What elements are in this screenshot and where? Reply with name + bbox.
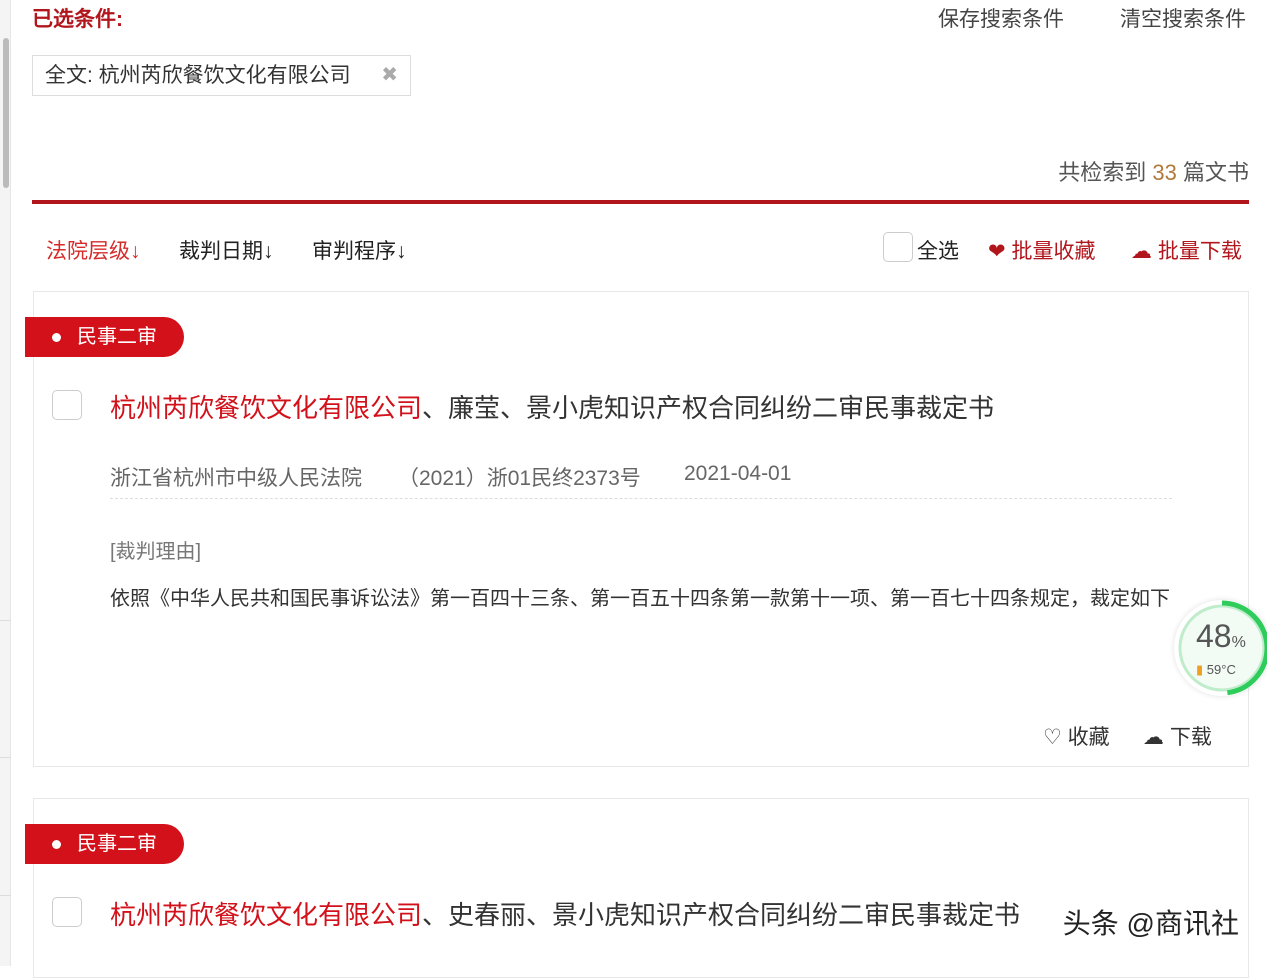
save-search-button[interactable]: 保存搜索条件 (938, 3, 1064, 33)
bulk-download-label: 批量下载 (1158, 240, 1242, 263)
result-checkbox[interactable] (52, 390, 82, 420)
clear-search-button[interactable]: 清空搜索条件 (1120, 3, 1246, 33)
collect-button[interactable]: ♡ 收藏 (1043, 721, 1110, 751)
title-highlight: 杭州芮欣餐饮文化有限公司 (110, 900, 422, 930)
filter-tag: 全文: 杭州芮欣餐饮文化有限公司 ✖ (32, 55, 411, 96)
divider (0, 757, 11, 758)
cloud-download-icon: ☁ (1143, 726, 1164, 749)
count-number: 33 (1152, 160, 1176, 185)
judgment-date: 2021-04-01 (684, 462, 791, 486)
divider (0, 620, 11, 621)
gauge-unit: % (1232, 634, 1246, 651)
bulk-collect-button[interactable]: ❤ 批量收藏 (988, 235, 1095, 265)
count-prefix: 共检索到 (1058, 160, 1146, 185)
collect-label: 收藏 (1068, 726, 1110, 749)
watermark: 头条 @商讯社 (1063, 902, 1239, 942)
case-number: （2021）浙01民终2373号 (398, 462, 641, 492)
court-name: 浙江省杭州市中级人民法院 (110, 462, 362, 492)
heart-icon: ♡ (1043, 726, 1062, 749)
title-rest: 、廉莹、景小虎知识产权合同纠纷二审民事裁定书 (422, 393, 994, 423)
result-card (33, 798, 1249, 978)
selected-conditions-heading: 已选条件: (32, 3, 123, 33)
select-all-label[interactable]: 全选 (917, 235, 959, 265)
divider (0, 895, 11, 896)
result-count: 共检索到 33 篇文书 (1058, 155, 1249, 187)
download-label: 下载 (1170, 726, 1212, 749)
select-all-checkbox[interactable] (883, 232, 913, 262)
cloud-download-icon: ☁ (1131, 240, 1152, 263)
reason-label: [裁判理由] (110, 535, 201, 564)
count-suffix: 篇文书 (1183, 160, 1249, 185)
result-checkbox[interactable] (52, 897, 82, 927)
bulk-download-button[interactable]: ☁ 批量下载 (1131, 235, 1242, 265)
close-icon[interactable]: ✖ (381, 56, 398, 95)
sort-judgment-date[interactable]: 裁判日期↓ (179, 235, 274, 265)
sort-trial-procedure[interactable]: 审判程序↓ (312, 235, 407, 265)
thermometer-icon: ▮ (1196, 662, 1203, 677)
download-button[interactable]: ☁ 下载 (1143, 721, 1212, 751)
result-title[interactable]: 杭州芮欣餐饮文化有限公司、廉莹、景小虎知识产权合同纠纷二审民事裁定书 (110, 388, 994, 425)
reason-text: 依照《中华人民共和国民事诉讼法》第一百四十三条、第一百五十四条第一款第十一项、第… (110, 584, 1170, 614)
heart-plus-icon: ❤ (988, 240, 1006, 263)
scrollbar-thumb[interactable] (3, 38, 9, 188)
divider (32, 200, 1249, 204)
case-type-badge: 民事二审 (25, 317, 184, 357)
result-title[interactable]: 杭州芮欣餐饮文化有限公司、史春丽、景小虎知识产权合同纠纷二审民事裁定书 (110, 895, 1020, 932)
title-rest: 、史春丽、景小虎知识产权合同纠纷二审民事裁定书 (422, 900, 1020, 930)
filter-tag-label: 全文: 杭州芮欣餐饮文化有限公司 (45, 64, 351, 87)
bulk-collect-label: 批量收藏 (1011, 240, 1095, 263)
case-type-badge: 民事二审 (25, 824, 184, 864)
gauge-percent: 48 (1196, 618, 1232, 654)
sort-court-level[interactable]: 法院层级↓ (46, 235, 141, 265)
gauge-temp: 59°C (1207, 662, 1236, 677)
title-highlight: 杭州芮欣餐饮文化有限公司 (110, 393, 422, 423)
result-card (33, 291, 1249, 767)
cpu-gauge-widget[interactable]: 48% ▮ 59°C (1174, 600, 1267, 696)
divider (110, 498, 1172, 499)
